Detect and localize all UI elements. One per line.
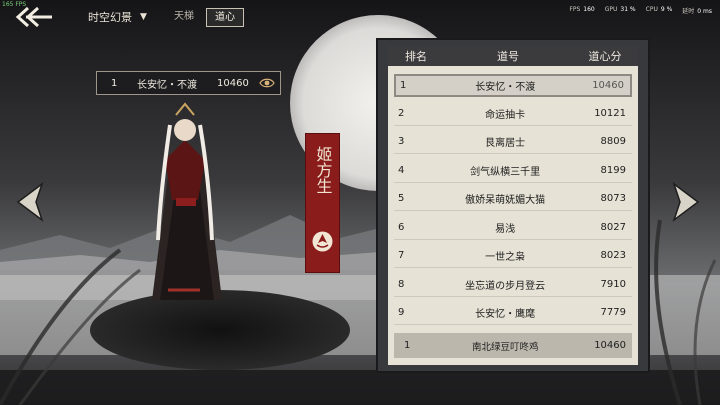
row-score: 7779	[600, 307, 626, 318]
self-rank: 1	[404, 340, 411, 351]
row-rank: 6	[398, 221, 405, 233]
row-score: 10121	[594, 107, 626, 119]
row-name: 易浅	[495, 223, 516, 235]
row-rank: 3	[398, 136, 405, 147]
table-row[interactable]: 9 长安忆・鹰麾 7779	[394, 301, 632, 325]
table-row[interactable]: 1 长安忆・不渡 10460	[394, 74, 632, 97]
table-row[interactable]: 2 命运抽卡 10121	[394, 102, 632, 126]
row-rank: 5	[398, 193, 405, 204]
self-score: 10460	[594, 340, 626, 351]
mode-dropdown[interactable]: 时空幻景 ▼	[88, 9, 147, 25]
table-row[interactable]: 3 艮离居士 8809	[394, 130, 632, 154]
row-rank: 4	[398, 164, 405, 176]
table-row[interactable]: 6 易浅 8027	[394, 216, 632, 240]
player-score: 10460	[217, 77, 249, 89]
row-name: 坐忘道の步月登云	[465, 280, 546, 292]
chevron-left-icon	[16, 181, 44, 223]
table-row[interactable]: 4 剑气纵横三千里 8199	[394, 159, 632, 183]
header-score: 道心分	[588, 50, 622, 63]
next-character-button[interactable]	[668, 180, 704, 224]
stat-fps: FPS 160	[569, 6, 595, 13]
back-arrow-icon	[15, 6, 52, 28]
back-button[interactable]	[14, 6, 56, 28]
character-name-banner[interactable]: 姬方生	[305, 133, 340, 273]
eye-icon[interactable]	[259, 76, 275, 90]
chevron-right-icon	[672, 181, 700, 223]
stat-latency: 延时 0 ms	[682, 8, 712, 15]
row-score: 8809	[600, 136, 626, 147]
leaderboard-header: 排名 道号 道心分	[388, 46, 638, 66]
ink-pool	[90, 290, 350, 370]
prev-character-button[interactable]	[12, 180, 48, 224]
header-name: 道号	[497, 50, 519, 63]
tab-daoxin[interactable]: 道心	[206, 8, 244, 27]
self-name: 南北绿豆叮咚鸡	[472, 341, 539, 353]
row-score: 7910	[600, 278, 626, 290]
row-name: 命运抽卡	[485, 109, 526, 121]
table-row[interactable]: 8 坐忘道の步月登云 7910	[394, 273, 632, 297]
row-rank: 7	[398, 250, 405, 261]
player-rank-bar: 1 长安忆・不渡 10460	[96, 71, 281, 95]
stat-gpu: GPU 31 %	[604, 6, 636, 13]
row-score: 8199	[600, 164, 626, 176]
row-score: 8023	[600, 250, 626, 261]
player-name: 长安忆・不渡	[137, 79, 197, 91]
row-name: 长安忆・鹰麾	[475, 309, 536, 320]
row-name: 傲娇呆萌妩媚大猫	[465, 195, 546, 206]
row-score: 8027	[600, 221, 626, 233]
row-name: 长安忆・不渡	[475, 82, 536, 93]
sect-emblem-icon	[312, 231, 333, 252]
row-rank: 1	[400, 80, 407, 91]
row-name: 一世之枭	[485, 252, 526, 263]
row-rank: 8	[398, 278, 405, 290]
stat-cpu: CPU 9 %	[645, 6, 673, 13]
player-rank: 1	[111, 77, 118, 89]
row-score: 10460	[592, 80, 624, 91]
row-score: 8073	[600, 193, 626, 204]
table-row[interactable]: 7 一世之枭 8023	[394, 244, 632, 268]
row-rank: 9	[398, 307, 405, 318]
row-name: 艮离居士	[485, 138, 526, 149]
row-rank: 2	[398, 107, 405, 119]
table-row[interactable]: 5 傲娇呆萌妩媚大猫 8073	[394, 187, 632, 211]
leaderboard-rows: 1 长安忆・不渡 10460 2 命运抽卡 10121 3 艮离居士 8809 …	[394, 74, 632, 330]
chevron-down-icon: ▼	[140, 12, 147, 22]
character-name: 姬方生	[306, 146, 339, 199]
character-name-text: 姬方生	[313, 146, 333, 194]
performance-stats: FPS 160 GPU 31 % CPU 9 % 延时 0 ms	[569, 6, 712, 15]
header-rank: 排名	[405, 50, 427, 63]
self-rank-row: 1 南北绿豆叮咚鸡 10460	[394, 333, 632, 358]
leaderboard-inner: 排名 道号 道心分 1 长安忆・不渡 10460 2 命运抽卡 10121 3 …	[388, 46, 638, 365]
row-name: 剑气纵横三千里	[470, 166, 541, 178]
tab-ladder[interactable]: 天梯	[166, 8, 202, 25]
top-bar: 时空幻景 ▼ 天梯 道心 FPS 160 GPU 31 % CPU 9 % 延时 0 m…	[0, 0, 720, 34]
leaderboard-panel: 排名 道号 道心分 1 长安忆・不渡 10460 2 命运抽卡 10121 3 …	[376, 38, 650, 373]
mode-label: 时空幻景	[88, 11, 132, 24]
